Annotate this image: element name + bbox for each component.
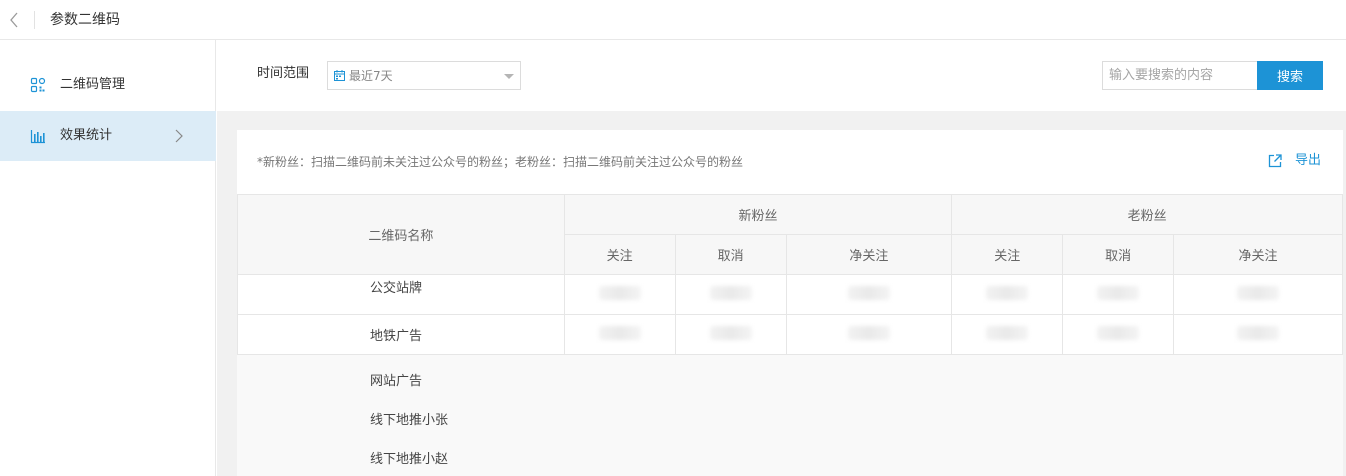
list-item: 线下地推小赵 bbox=[370, 452, 449, 467]
top-bar: 参数二维码 bbox=[0, 0, 1346, 40]
table-row: 地铁广告 bbox=[237, 314, 1343, 355]
sidebar-item-label: 效果统计 bbox=[60, 128, 113, 143]
qrcode-icon bbox=[30, 77, 46, 93]
page-title: 参数二维码 bbox=[50, 12, 120, 28]
time-range-value: 最近7天 bbox=[349, 69, 393, 83]
table-row: 公交站牌 bbox=[237, 274, 1343, 315]
list-item: 线下地推小张 bbox=[370, 413, 449, 428]
qrcode-name: 地铁广告 bbox=[237, 314, 565, 355]
column-group-old-fans: 老粉丝 bbox=[951, 194, 1343, 235]
blurred-value bbox=[785, 314, 953, 355]
stats-card: *新粉丝：扫描二维码前未关注过公众号的粉丝；老粉丝：扫描二维码前关注过公众号的粉… bbox=[237, 130, 1343, 476]
main-content: 时间范围 最近7天 搜索 *新粉丝：扫描二维码前未关注过公众号的粉丝；老粉丝：扫… bbox=[217, 40, 1346, 476]
blurred-value bbox=[563, 314, 676, 355]
blurred-value bbox=[1173, 314, 1343, 355]
qrcode-name: 公交站牌 bbox=[237, 274, 565, 315]
fans-definition-note: *新粉丝：扫描二维码前未关注过公众号的粉丝；老粉丝：扫描二维码前关注过公众号的粉… bbox=[257, 155, 744, 169]
blurred-value bbox=[1062, 314, 1175, 355]
filter-bar: 时间范围 最近7天 搜索 bbox=[217, 40, 1346, 111]
column-header-cancel: 取消 bbox=[1062, 234, 1175, 275]
blurred-value bbox=[563, 274, 676, 315]
blurred-value bbox=[951, 314, 1064, 355]
divider bbox=[34, 11, 35, 29]
column-header-follow: 关注 bbox=[951, 234, 1064, 275]
blurred-value bbox=[674, 314, 787, 355]
time-range-select[interactable]: 最近7天 bbox=[327, 61, 521, 90]
extra-qrcode-list: 网站广告 线下地推小张 线下地推小赵 bbox=[237, 355, 1343, 476]
sidebar-item-stats[interactable]: 效果统计 bbox=[0, 111, 216, 161]
chevron-right-icon bbox=[174, 128, 184, 144]
blurred-value bbox=[1062, 274, 1175, 315]
column-group-new-fans: 新粉丝 bbox=[563, 194, 953, 235]
blurred-value bbox=[951, 274, 1064, 315]
blurred-value bbox=[1173, 274, 1343, 315]
column-header-net-follow: 净关注 bbox=[1173, 234, 1343, 275]
sidebar-item-qrcode-manage[interactable]: 二维码管理 bbox=[0, 60, 216, 110]
blurred-value bbox=[785, 274, 953, 315]
sidebar: 二维码管理 效果统计 bbox=[0, 40, 216, 476]
bar-chart-icon bbox=[30, 128, 46, 144]
column-header-follow: 关注 bbox=[563, 234, 676, 275]
stats-table: 二维码名称 新粉丝 老粉丝 关注 取消 净关注 关注 取消 净关注 公交站牌 地… bbox=[237, 194, 1343, 355]
export-label: 导出 bbox=[1295, 153, 1322, 168]
blurred-value bbox=[674, 274, 787, 315]
calendar-icon bbox=[334, 70, 345, 81]
list-item: 网站广告 bbox=[370, 374, 423, 389]
chevron-down-icon bbox=[504, 74, 514, 79]
search-input[interactable] bbox=[1102, 61, 1258, 90]
export-icon bbox=[1267, 153, 1283, 169]
time-range-label: 时间范围 bbox=[257, 66, 310, 81]
search-button[interactable]: 搜索 bbox=[1257, 61, 1323, 90]
back-icon[interactable] bbox=[6, 10, 24, 30]
column-header-net-follow: 净关注 bbox=[785, 234, 953, 275]
column-header-qrcode-name: 二维码名称 bbox=[237, 194, 565, 275]
sidebar-item-label: 二维码管理 bbox=[60, 77, 126, 92]
column-header-cancel: 取消 bbox=[674, 234, 787, 275]
